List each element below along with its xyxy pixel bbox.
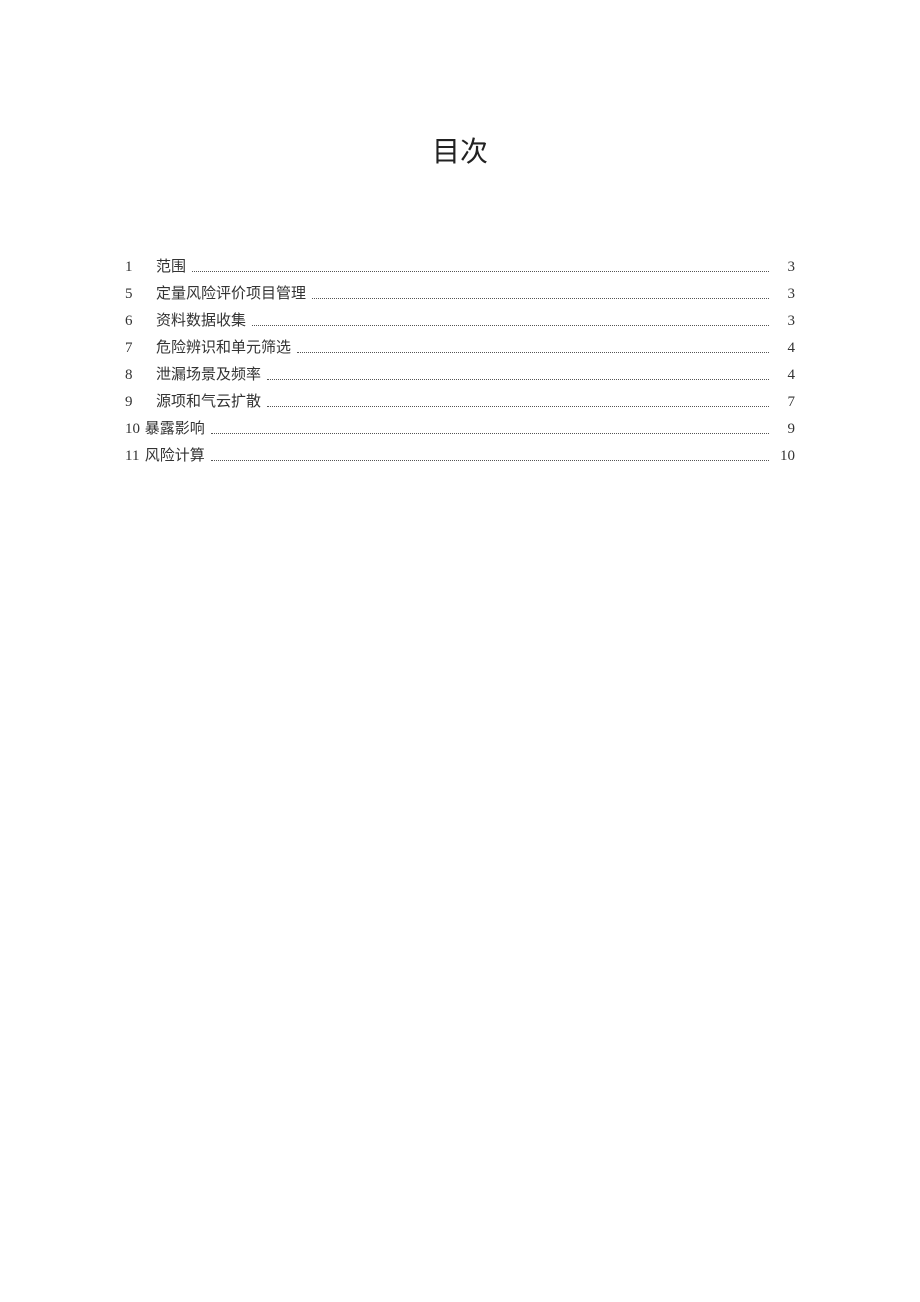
toc-entry-number: 10 — [125, 417, 141, 441]
toc-entry: 5 定量风险评价项目管理 3 — [125, 282, 795, 306]
toc-entry-number: 9 — [125, 390, 141, 414]
toc-entry: 10 暴露影响 9 — [125, 417, 795, 441]
toc-entry: 1 范围 3 — [125, 255, 795, 279]
toc-entry: 11 风险计算 10 — [125, 444, 795, 468]
toc-leader-dots — [267, 378, 769, 380]
toc-entry-page: 3 — [775, 255, 795, 279]
toc-leader-dots — [312, 297, 769, 299]
toc-entry: 6 资料数据收集 3 — [125, 309, 795, 333]
toc-entry-gap — [141, 390, 156, 414]
toc-entry-title: 范围 — [156, 255, 186, 279]
toc-entry: 8 泄漏场景及频率 4 — [125, 363, 795, 387]
toc-entry-title: 暴露影响 — [145, 417, 205, 441]
toc-entry-gap — [141, 282, 156, 306]
toc-entry-gap — [141, 309, 156, 333]
toc-entry-page: 3 — [775, 309, 795, 333]
toc-entry-page: 4 — [775, 336, 795, 360]
table-of-contents: 1 范围35 定量风险评价项目管理36 资料数据收集37 危险辨识和单元筛选48… — [125, 255, 795, 468]
toc-entry-page: 3 — [775, 282, 795, 306]
toc-entry-number: 6 — [125, 309, 141, 333]
toc-leader-dots — [252, 324, 769, 326]
toc-entry-gap — [141, 336, 156, 360]
toc-leader-dots — [192, 270, 769, 272]
toc-entry-page: 9 — [775, 417, 795, 441]
toc-entry-title: 定量风险评价项目管理 — [156, 282, 306, 306]
toc-entry-title: 风险计算 — [145, 444, 205, 468]
toc-entry-title: 资料数据收集 — [156, 309, 246, 333]
toc-entry-number: 1 — [125, 255, 141, 279]
toc-entry: 9 源项和气云扩散 7 — [125, 390, 795, 414]
toc-leader-dots — [211, 432, 769, 434]
toc-entry-title: 危险辨识和单元筛选 — [156, 336, 291, 360]
toc-entry-number: 7 — [125, 336, 141, 360]
toc-entry: 7 危险辨识和单元筛选 4 — [125, 336, 795, 360]
toc-entry-page: 10 — [775, 444, 795, 468]
page-title: 目次 — [125, 130, 795, 170]
toc-entry-page: 7 — [775, 390, 795, 414]
toc-leader-dots — [297, 351, 769, 353]
toc-entry-number: 11 — [125, 444, 141, 468]
toc-entry-number: 5 — [125, 282, 141, 306]
toc-entry-gap — [141, 255, 156, 279]
toc-entry-gap — [141, 363, 156, 387]
toc-entry-title: 泄漏场景及频率 — [156, 363, 261, 387]
toc-entry-title: 源项和气云扩散 — [156, 390, 261, 414]
document-page: 目次 1 范围 3 5 定量风险评价项目管理 3 6 资料数据收集 3 7 危险辨识和单元筛… — [0, 0, 920, 468]
toc-leader-dots — [211, 459, 769, 461]
toc-entry-number: 8 — [125, 363, 141, 387]
toc-leader-dots — [267, 405, 769, 407]
toc-entry-page: 4 — [775, 363, 795, 387]
